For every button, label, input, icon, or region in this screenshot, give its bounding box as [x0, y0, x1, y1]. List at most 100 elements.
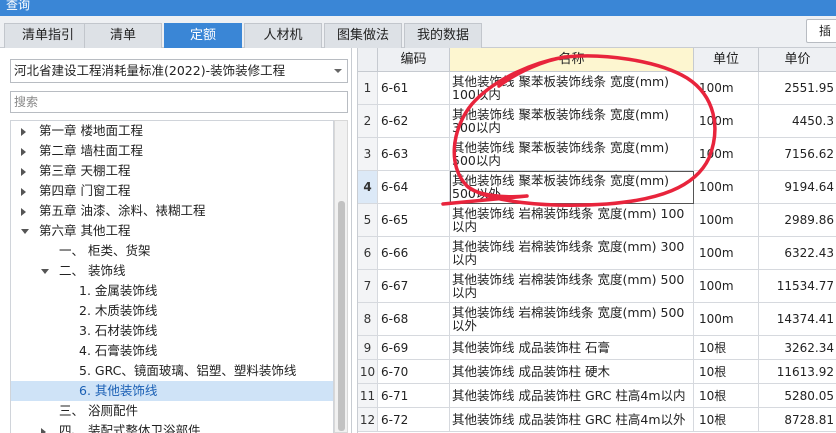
row-price: 9194.64	[759, 171, 836, 204]
row-name: 其他装饰线 岩棉装饰线条 宽度(mm) 500以内	[450, 270, 694, 303]
row-index[interactable]: 1	[358, 72, 378, 105]
row-price: 2551.95	[759, 72, 836, 105]
row-index[interactable]: 6	[358, 237, 378, 270]
row-index[interactable]: 12	[358, 408, 378, 432]
expand-down-icon[interactable]	[41, 269, 49, 274]
library-select-value: 河北省建设工程消耗量标准(2022)-装饰装修工程	[14, 63, 286, 78]
tree-item[interactable]: 第四章 门窗工程	[11, 181, 333, 201]
row-unit: 100m	[694, 303, 759, 336]
row-index[interactable]: 7	[358, 270, 378, 303]
expand-right-icon[interactable]	[21, 148, 26, 156]
grid-header-code[interactable]: 编码	[378, 48, 450, 72]
tree-item[interactable]: 3. 石材装饰线	[11, 321, 333, 341]
row-code: 6-65	[378, 204, 450, 237]
grid-header-unit[interactable]: 单位	[694, 48, 759, 72]
table-row[interactable]: 3 6-63 其他装饰线 聚苯板装饰线条 宽度(mm) 500以内 100m 7156.…	[358, 138, 836, 171]
row-price: 6322.43	[759, 237, 836, 270]
table-row[interactable]: 10 6-70 其他装饰线 成品装饰柱 硬木 10根 11613.92	[358, 360, 836, 384]
window-title: 查询	[6, 0, 31, 12]
tree-item-label: 三、 浴厕配件	[59, 403, 138, 418]
table-row[interactable]: 8 6-68 其他装饰线 岩棉装饰线条 宽度(mm) 500以外 100m 14374.…	[358, 303, 836, 336]
row-code: 6-64	[378, 171, 450, 204]
row-unit: 10根	[694, 336, 759, 360]
tree-item[interactable]: 第三章 天棚工程	[11, 161, 333, 181]
row-index[interactable]: 4	[358, 171, 378, 204]
table-row[interactable]: 11 6-71 其他装饰线 成品装饰柱 GRC 柱高4m以内 10根 5280.05	[358, 384, 836, 408]
tree-item-label: 第四章 门窗工程	[39, 183, 131, 198]
expand-down-icon[interactable]	[21, 229, 29, 234]
tree-item-label: 四、 装配式整体卫浴部件	[59, 423, 201, 433]
grid-header-name[interactable]: 名称	[450, 48, 694, 72]
row-index[interactable]: 2	[358, 105, 378, 138]
tree-item[interactable]: 第六章 其他工程	[11, 221, 333, 241]
tree-item[interactable]: 第二章 墙柱面工程	[11, 141, 333, 161]
expand-right-icon[interactable]	[21, 168, 26, 176]
tree-item[interactable]: 5. GRC、镜面玻璃、铝塑、塑料装饰线	[11, 361, 333, 381]
tab-labor-material[interactable]: 人材机	[244, 23, 322, 48]
row-price: 11613.92	[759, 360, 836, 384]
tree-item[interactable]: 4. 石膏装饰线	[11, 341, 333, 361]
search-input[interactable]: 搜索	[10, 91, 348, 113]
tab-quota[interactable]: 定额	[164, 23, 242, 48]
tree-item-label: 第三章 天棚工程	[39, 163, 131, 178]
table-row[interactable]: 2 6-62 其他装饰线 聚苯板装饰线条 宽度(mm) 300以内 100m 4450.…	[358, 105, 836, 138]
tree-item[interactable]: 2. 木质装饰线	[11, 301, 333, 321]
expand-right-icon[interactable]	[21, 208, 26, 216]
tab-bill[interactable]: 清单	[84, 23, 162, 48]
tree-item[interactable]: 三、 浴厕配件	[11, 401, 333, 421]
row-index[interactable]: 5	[358, 204, 378, 237]
tree-item[interactable]: 1. 金属装饰线	[11, 281, 333, 301]
row-unit: 10根	[694, 384, 759, 408]
row-name: 其他装饰线 成品装饰柱 GRC 柱高4m以外	[450, 408, 694, 432]
row-unit: 10根	[694, 408, 759, 432]
tab-bill-guide[interactable]: 清单指引	[4, 23, 92, 48]
tree-scrollbar-thumb[interactable]	[338, 201, 345, 431]
row-index[interactable]: 10	[358, 360, 378, 384]
tree-item[interactable]: 一、 柜类、货架	[11, 241, 333, 261]
expand-right-icon[interactable]	[21, 128, 26, 136]
row-index[interactable]: 8	[358, 303, 378, 336]
table-row[interactable]: 5 6-65 其他装饰线 岩棉装饰线条 宽度(mm) 100以内 100m 2989.8…	[358, 204, 836, 237]
table-row[interactable]: 9 6-69 其他装饰线 成品装饰柱 石膏 10根 3262.34	[358, 336, 836, 360]
row-name: 其他装饰线 聚苯板装饰线条 宽度(mm) 300以内	[450, 105, 694, 138]
row-unit: 10根	[694, 360, 759, 384]
tree-item-label: 第二章 墙柱面工程	[39, 143, 143, 158]
row-code: 6-69	[378, 336, 450, 360]
tab-my-data[interactable]: 我的数据	[404, 23, 482, 48]
row-name: 其他装饰线 成品装饰柱 石膏	[450, 336, 694, 360]
quota-grid: 编码 名称 单位 单价 1 6-61 其他装饰线 聚苯板装饰线条 宽度(mm) 10…	[357, 48, 836, 433]
row-price: 7156.62	[759, 138, 836, 171]
tree-item[interactable]: 第一章 楼地面工程	[11, 121, 333, 141]
table-row[interactable]: 4 6-64 其他装饰线 聚苯板装饰线条 宽度(mm) 500以外 100m 9194.…	[358, 171, 836, 204]
row-index[interactable]: 11	[358, 384, 378, 408]
tree-item-label: 第六章 其他工程	[39, 223, 131, 238]
tree-item[interactable]: 四、 装配式整体卫浴部件	[11, 421, 333, 433]
row-name: 其他装饰线 岩棉装饰线条 宽度(mm) 500以外	[450, 303, 694, 336]
window-titlebar: 查询	[0, 0, 836, 16]
expand-right-icon[interactable]	[41, 428, 46, 433]
grid-header-price[interactable]: 单价	[759, 48, 836, 72]
tree-scrollbar[interactable]	[334, 120, 348, 433]
row-unit: 100m	[694, 270, 759, 303]
row-name: 其他装饰线 聚苯板装饰线条 宽度(mm) 500以外	[450, 171, 694, 204]
table-row[interactable]: 1 6-61 其他装饰线 聚苯板装饰线条 宽度(mm) 100以内 100m 2551.…	[358, 72, 836, 105]
library-select[interactable]: 河北省建设工程消耗量标准(2022)-装饰装修工程	[10, 59, 348, 83]
row-index[interactable]: 3	[358, 138, 378, 171]
table-row[interactable]: 12 6-72 其他装饰线 成品装饰柱 GRC 柱高4m以外 10根 8728.81	[358, 408, 836, 432]
row-unit: 100m	[694, 204, 759, 237]
chevron-down-icon[interactable]	[334, 69, 342, 73]
tab-atlas-method[interactable]: 图集做法	[324, 23, 402, 48]
expand-right-icon[interactable]	[21, 188, 26, 196]
tree-item-label: 2. 木质装饰线	[79, 303, 158, 318]
row-index[interactable]: 9	[358, 336, 378, 360]
row-name: 其他装饰线 聚苯板装饰线条 宽度(mm) 500以内	[450, 138, 694, 171]
row-code: 6-61	[378, 72, 450, 105]
tree-item[interactable]: 6. 其他装饰线	[11, 381, 333, 401]
table-row[interactable]: 6 6-66 其他装饰线 岩棉装饰线条 宽度(mm) 300以内 100m 6322.4…	[358, 237, 836, 270]
row-price: 11534.77	[759, 270, 836, 303]
insert-button[interactable]: 插	[806, 19, 836, 43]
row-name: 其他装饰线 成品装饰柱 硬木	[450, 360, 694, 384]
table-row[interactable]: 7 6-67 其他装饰线 岩棉装饰线条 宽度(mm) 500以内 100m 11534.…	[358, 270, 836, 303]
tree-item[interactable]: 第五章 油漆、涂料、裱糊工程	[11, 201, 333, 221]
tree-item[interactable]: 二、 装饰线	[11, 261, 333, 281]
